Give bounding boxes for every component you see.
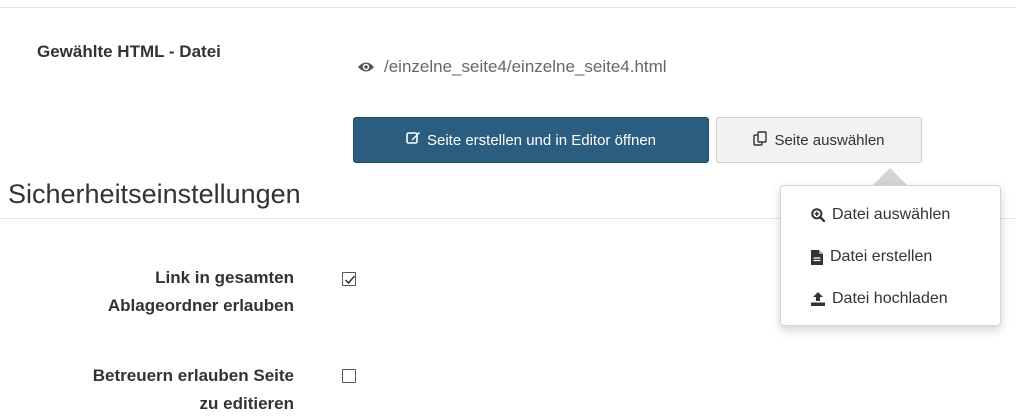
selected-file-path[interactable]: /einzelne_seite4/einzelne_seite4.html	[357, 57, 667, 77]
allow-supervisors-edit-checkbox[interactable]	[342, 369, 356, 383]
upload-icon	[811, 292, 825, 306]
allow-link-label-line1: Link in gesamten	[155, 268, 294, 287]
menu-item-select-file-label: Datei auswählen	[832, 206, 951, 223]
allow-supervisors-edit-label-line2: zu editieren	[199, 394, 294, 413]
menu-item-upload-file-label: Datei hochladen	[832, 290, 948, 307]
file-path-text: /einzelne_seite4/einzelne_seite4.html	[384, 57, 667, 76]
checkmark-icon	[344, 275, 356, 285]
create-and-open-in-editor-button[interactable]: Seite erstellen und in Editor öffnen	[353, 117, 709, 163]
eye-icon	[357, 61, 375, 73]
allow-link-label-line2: Ablageordner erlauben	[107, 296, 294, 315]
allow-supervisors-edit-label: Betreuern erlauben Seite zu editieren	[93, 362, 294, 418]
file-icon	[811, 249, 823, 265]
menu-item-upload-file[interactable]: Datei hochladen	[811, 290, 948, 308]
top-divider	[0, 7, 1016, 8]
select-page-label: Seite auswählen	[774, 131, 885, 149]
allow-supervisors-edit-label-line1: Betreuern erlauben Seite	[92, 366, 294, 385]
menu-item-create-file-label: Datei erstellen	[830, 248, 933, 265]
zoom-in-icon	[811, 208, 825, 222]
allow-link-label: Link in gesamten Ablageordner erlauben	[108, 264, 294, 320]
selected-html-file-label: Gewählte HTML - Datei	[37, 42, 221, 61]
select-page-button[interactable]: Seite auswählen	[716, 117, 922, 163]
copy-icon	[753, 130, 768, 150]
create-and-open-label: Seite erstellen und in Editor öffnen	[426, 131, 657, 149]
edit-icon	[406, 131, 421, 149]
menu-item-create-file[interactable]: Datei erstellen	[811, 248, 932, 266]
security-settings-heading: Sicherheitseinstellungen	[8, 179, 301, 209]
dropdown-caret	[872, 168, 908, 186]
allow-link-checkbox[interactable]	[342, 272, 356, 286]
select-page-dropdown-menu: Datei auswählen Datei erstellen Datei ho…	[780, 185, 1001, 326]
menu-item-select-file[interactable]: Datei auswählen	[811, 206, 950, 224]
